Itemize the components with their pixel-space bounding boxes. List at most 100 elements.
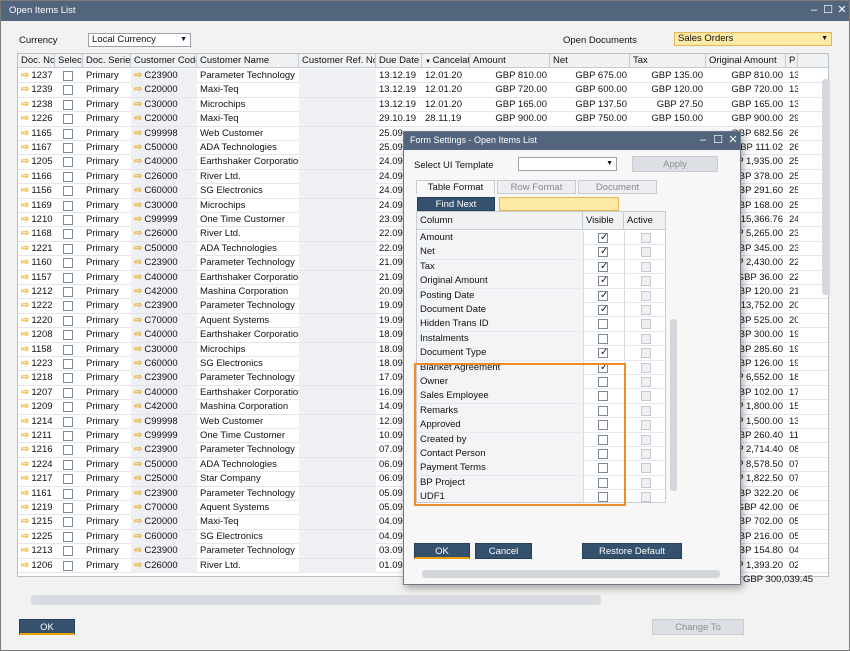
visible-checkbox[interactable] [598,434,608,445]
link-arrow-icon[interactable]: ⇨ [21,243,29,254]
doc-no-cell[interactable]: ⇨ 1167 [18,141,55,155]
select-checkbox[interactable] [63,546,73,557]
select-cell[interactable] [55,155,83,169]
link-arrow-icon[interactable]: ⇨ [134,257,142,268]
doc-no-cell[interactable]: ⇨ 1157 [18,271,55,285]
link-arrow-icon[interactable]: ⇨ [134,128,142,139]
link-arrow-icon[interactable]: ⇨ [134,272,142,283]
select-cell[interactable] [55,544,83,558]
select-checkbox[interactable] [63,503,73,513]
link-arrow-icon[interactable]: ⇨ [21,516,29,527]
select-cell[interactable] [55,343,83,357]
visible-checkbox[interactable] [598,346,608,360]
select-checkbox[interactable] [63,143,73,153]
link-arrow-icon[interactable]: ⇨ [21,545,29,556]
link-arrow-icon[interactable]: ⇨ [134,113,142,124]
visible-checkbox[interactable] [598,289,608,303]
visible-cell[interactable] [583,389,624,404]
visible-checkbox[interactable] [598,333,608,344]
grid-vertical-scrollbar[interactable] [822,79,830,295]
select-cell[interactable] [55,242,83,256]
doc-no-cell[interactable]: ⇨ 1207 [18,386,55,400]
link-arrow-icon[interactable]: ⇨ [134,200,142,211]
column-setting-row[interactable]: Instalments [417,331,665,347]
select-cell[interactable] [55,515,83,529]
select-cell[interactable] [55,400,83,414]
link-arrow-icon[interactable]: ⇨ [134,560,142,571]
maximize-icon[interactable]: ☐ [711,133,725,147]
link-arrow-icon[interactable]: ⇨ [134,372,142,383]
doc-no-cell[interactable]: ⇨ 1238 [18,98,55,112]
column-header[interactable]: Tax [630,54,706,68]
customer-code-cell[interactable]: ⇨ C23900 [131,299,197,314]
link-arrow-icon[interactable]: ⇨ [134,228,142,239]
link-arrow-icon[interactable]: ⇨ [134,156,142,167]
column-header[interactable]: Original Amount [706,54,786,68]
customer-code-cell[interactable]: ⇨ C30000 [131,97,197,112]
doc-no-cell[interactable]: ⇨ 1223 [18,357,55,371]
table-row[interactable]: ⇨ 1237 Primary ⇨ C23900 Parameter Technology 1… [18,69,828,84]
visible-checkbox[interactable] [598,377,608,387]
link-arrow-icon[interactable]: ⇨ [134,300,142,311]
select-checkbox[interactable] [63,445,73,456]
customer-code-cell[interactable]: ⇨ C26000 [131,169,197,184]
column-setting-row[interactable]: Amount [417,231,665,246]
select-cell[interactable] [55,69,83,83]
link-arrow-icon[interactable]: ⇨ [134,171,142,182]
customer-code-cell[interactable]: ⇨ C60000 [131,357,197,371]
ui-template-select[interactable]: ▼ [518,157,617,171]
link-arrow-icon[interactable]: ⇨ [134,545,142,556]
column-header[interactable]: Customer Ref. No. [299,54,376,68]
link-arrow-icon[interactable]: ⇨ [21,502,29,513]
customer-code-cell[interactable]: ⇨ C23900 [131,486,197,501]
dialog-cancel-button[interactable]: Cancel [475,543,532,559]
column-setting-row[interactable]: Created by [417,432,665,447]
doc-no-cell[interactable]: ⇨ 1239 [18,83,55,97]
doc-no-cell[interactable]: ⇨ 1218 [18,371,55,385]
customer-code-cell[interactable]: ⇨ C60000 [131,529,197,544]
select-cell[interactable] [55,501,83,515]
select-cell[interactable] [55,487,83,501]
visible-checkbox[interactable] [598,260,608,274]
doc-no-cell[interactable]: ⇨ 1166 [18,170,55,184]
apply-button[interactable]: Apply [632,156,718,172]
select-cell[interactable] [55,127,83,141]
select-cell[interactable] [55,199,83,213]
customer-code-cell[interactable]: ⇨ C99998 [131,126,197,141]
doc-no-cell[interactable]: ⇨ 1212 [18,285,55,299]
select-checkbox[interactable] [63,114,73,125]
visible-checkbox[interactable] [598,492,608,502]
customer-code-cell[interactable]: ⇨ C23900 [131,544,197,559]
select-cell[interactable] [55,559,83,573]
doc-no-cell[interactable]: ⇨ 1206 [18,559,55,573]
select-cell[interactable] [55,141,83,155]
doc-no-cell[interactable]: ⇨ 1165 [18,127,55,141]
link-arrow-icon[interactable]: ⇨ [134,99,142,110]
link-arrow-icon[interactable]: ⇨ [134,387,142,398]
visible-checkbox[interactable] [598,303,608,317]
link-arrow-icon[interactable]: ⇨ [134,70,142,81]
doc-no-cell[interactable]: ⇨ 1156 [18,184,55,198]
select-cell[interactable] [55,285,83,299]
link-arrow-icon[interactable]: ⇨ [21,128,29,139]
select-checkbox[interactable] [63,243,73,254]
visible-cell[interactable] [583,418,624,433]
customer-code-cell[interactable]: ⇨ C40000 [131,385,197,400]
customer-code-cell[interactable]: ⇨ C42000 [131,400,197,415]
select-checkbox[interactable] [63,359,73,369]
column-setting-row[interactable]: Sales Employee [417,389,665,404]
select-checkbox[interactable] [63,488,73,499]
visible-checkbox[interactable] [598,405,608,416]
visible-cell[interactable] [583,360,624,375]
ok-button[interactable]: OK [19,619,75,635]
link-arrow-icon[interactable]: ⇨ [21,358,29,369]
link-arrow-icon[interactable]: ⇨ [21,416,29,427]
doc-no-cell[interactable]: ⇨ 1217 [18,472,55,486]
table-row[interactable]: ⇨ 1226 Primary ⇨ C20000 Maxi-Teq 29.10.19 28.11… [18,112,828,127]
link-arrow-icon[interactable]: ⇨ [134,401,142,412]
doc-no-cell[interactable]: ⇨ 1161 [18,487,55,501]
select-cell[interactable] [55,227,83,241]
doc-no-cell[interactable]: ⇨ 1221 [18,242,55,256]
column-setting-row[interactable]: Tax [417,259,665,275]
link-arrow-icon[interactable]: ⇨ [21,459,29,470]
